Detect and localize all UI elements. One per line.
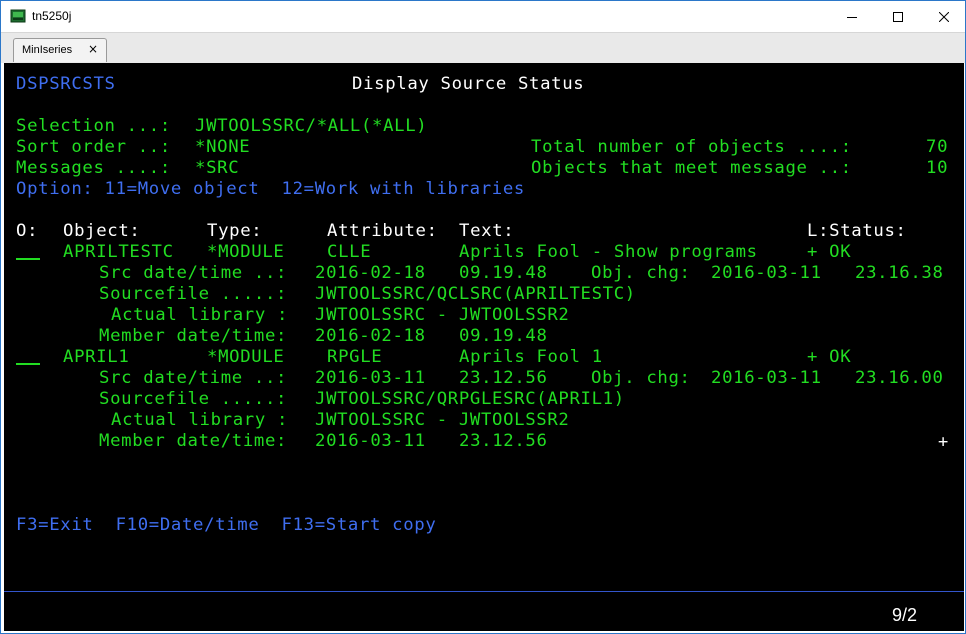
record-attribute: RPGLE xyxy=(327,347,383,367)
member-time: 09.19.48 xyxy=(459,326,548,346)
member-date: 2016-02-18 xyxy=(315,326,426,346)
program-name: DSPSRCSTS xyxy=(16,74,116,94)
session-tab-label: MinIseries xyxy=(22,44,73,56)
member-datetime-label: Member date/time: xyxy=(99,431,288,451)
column-header-status: L:Status: xyxy=(807,221,907,241)
selection-label: Selection ...: xyxy=(16,116,171,136)
obj-chg-label: Obj. chg: xyxy=(591,368,691,388)
member-time: 23.12.56 xyxy=(459,431,548,451)
column-header-object: Object: xyxy=(63,221,141,241)
terminal-screen[interactable]: DSPSRCSTS Display Source Status Selectio… xyxy=(4,63,964,631)
column-header-option: O: xyxy=(16,221,39,241)
record-status: + OK xyxy=(807,242,852,262)
total-objects-label: Total number of objects ....: xyxy=(531,137,852,157)
minimize-icon xyxy=(847,16,857,18)
screen-title: Display Source Status xyxy=(352,74,585,94)
actual-library-label: Actual library : xyxy=(111,410,289,430)
src-datetime-label: Src date/time ..: xyxy=(99,263,288,283)
record-object: APRILTESTC xyxy=(63,242,174,262)
session-tab-strip: MinIseries × xyxy=(1,32,965,63)
minimize-button[interactable] xyxy=(829,1,875,32)
record-status: + OK xyxy=(807,347,852,367)
function-keys-line: F3=Exit F10=Date/time F13=Start copy xyxy=(16,515,437,535)
emulator-window: tn5250j MinIseries × DSPSRCSTS Display S… xyxy=(0,0,966,634)
column-header-text: Text: xyxy=(459,221,515,241)
total-objects-value: 70 xyxy=(926,137,949,157)
window-title: tn5250j xyxy=(32,9,72,23)
obj-chg-date: 2016-03-11 xyxy=(711,368,822,388)
title-bar[interactable]: tn5250j xyxy=(1,1,965,32)
actual-library-value: JWTOOLSSRC - JWTOOLSSR2 xyxy=(315,305,570,325)
maximize-button[interactable] xyxy=(875,1,921,32)
messages-field: *SRC xyxy=(195,158,240,178)
messages-label: Messages ....: xyxy=(16,158,171,178)
src-time: 23.12.56 xyxy=(459,368,548,388)
options-line: Option: 11=Move object 12=Work with libr… xyxy=(16,179,525,199)
record-text: Aprils Fool 1 xyxy=(459,347,603,367)
obj-chg-time: 23.16.00 xyxy=(855,368,944,388)
actual-library-value: JWTOOLSSRC - JWTOOLSSR2 xyxy=(315,410,570,430)
record-type: *MODULE xyxy=(207,242,285,262)
obj-chg-date: 2016-03-11 xyxy=(711,263,822,283)
sourcefile-value: JWTOOLSSRC/QCLSRC(APRILTESTC) xyxy=(315,284,636,304)
src-date: 2016-02-18 xyxy=(315,263,426,283)
maximize-icon xyxy=(893,11,903,22)
src-date: 2016-03-11 xyxy=(315,368,426,388)
record-text: Aprils Fool - Show programs xyxy=(459,242,758,262)
close-icon xyxy=(939,11,949,22)
src-time: 09.19.48 xyxy=(459,263,548,283)
obj-chg-label: Obj. chg: xyxy=(591,263,691,283)
sourcefile-label: Sourcefile .....: xyxy=(99,389,288,409)
meet-message-label: Objects that meet message ..: xyxy=(531,158,852,178)
session-tab[interactable]: MinIseries × xyxy=(13,38,107,62)
obj-chg-time: 23.16.38 xyxy=(855,263,944,283)
member-date: 2016-03-11 xyxy=(315,431,426,451)
more-records-indicator: + xyxy=(938,432,949,452)
sort-order-label: Sort order ..: xyxy=(16,137,171,157)
cursor-position-indicator: 9/2 xyxy=(892,605,918,625)
column-header-type: Type: xyxy=(207,221,263,241)
tab-close-icon[interactable]: × xyxy=(88,42,98,56)
record-object: APRIL1 xyxy=(63,347,130,367)
record-attribute: CLLE xyxy=(327,242,372,262)
member-datetime-label: Member date/time: xyxy=(99,326,288,346)
actual-library-label: Actual library : xyxy=(111,305,289,325)
terminal-app-icon xyxy=(10,9,26,23)
close-button[interactable] xyxy=(921,1,966,32)
record-type: *MODULE xyxy=(207,347,285,367)
sort-order-field: *NONE xyxy=(195,137,251,157)
column-header-attribute: Attribute: xyxy=(327,221,438,241)
sourcefile-value: JWTOOLSSRC/QRPGLESRC(APRIL1) xyxy=(315,389,625,409)
status-divider xyxy=(4,591,964,592)
option-input-april1[interactable] xyxy=(16,347,40,367)
meet-message-value: 10 xyxy=(926,158,949,178)
sourcefile-label: Sourcefile .....: xyxy=(99,284,288,304)
selection-field: JWTOOLSSRC/*ALL(*ALL) xyxy=(195,116,428,136)
src-datetime-label: Src date/time ..: xyxy=(99,368,288,388)
option-input-apriltestc[interactable] xyxy=(16,242,40,262)
